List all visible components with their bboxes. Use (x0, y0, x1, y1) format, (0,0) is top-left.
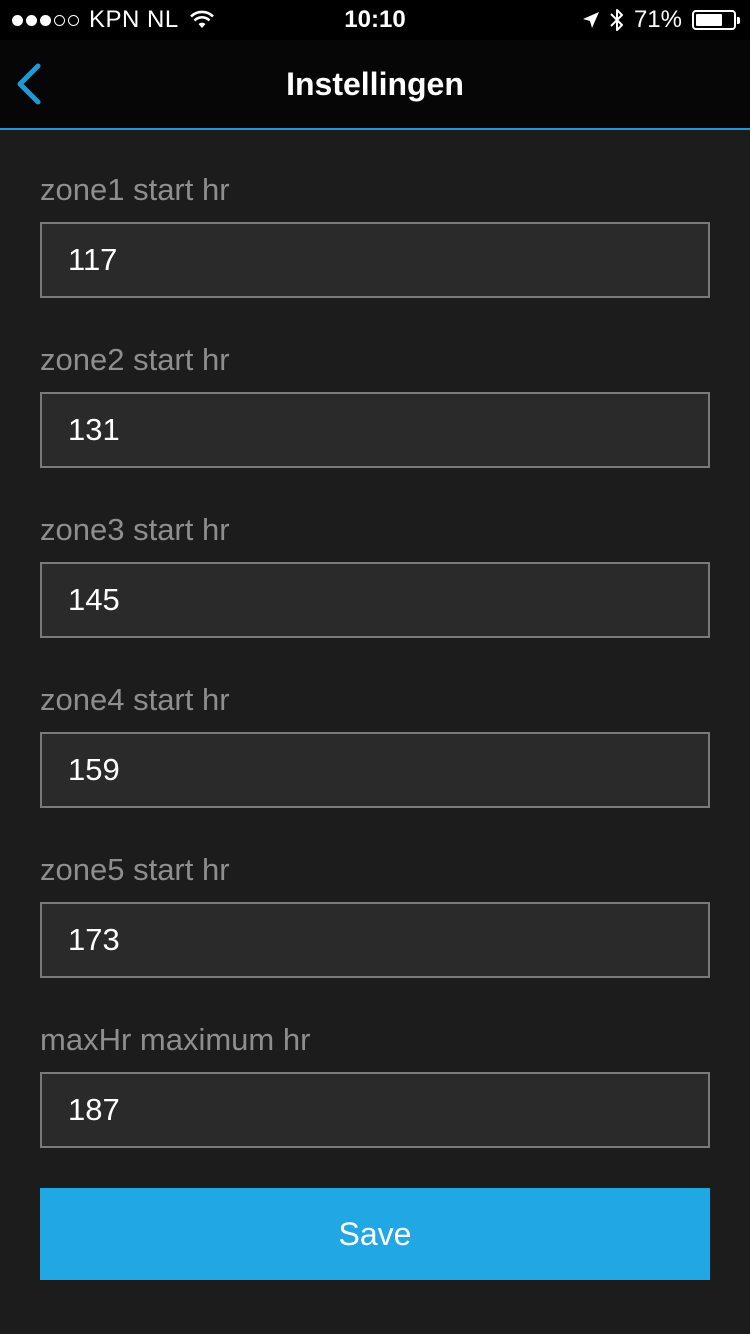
field-zone1: zone1 start hr (40, 130, 710, 300)
zone2-start-hr-input[interactable] (40, 392, 710, 468)
field-label: zone4 start hr (40, 682, 230, 717)
field-zone3: zone3 start hr (40, 470, 710, 640)
max-hr-input[interactable] (40, 1072, 710, 1148)
zone5-start-hr-input[interactable] (40, 902, 710, 978)
status-bar-right: 71% (582, 6, 740, 34)
field-label: zone2 start hr (40, 342, 230, 377)
battery-percent: 71% (633, 6, 682, 33)
zone1-start-hr-input[interactable] (40, 222, 710, 298)
field-maxhr: maxHr maximum hr (40, 980, 710, 1150)
field-label: maxHr maximum hr (40, 1022, 311, 1057)
location-arrow-icon (582, 12, 599, 28)
field-zone5: zone5 start hr (40, 810, 710, 980)
field-label: zone3 start hr (40, 512, 230, 547)
page-title: Instellingen (286, 66, 464, 102)
battery-level-fill (696, 14, 722, 26)
save-button[interactable]: Save (40, 1188, 710, 1280)
field-label: zone5 start hr (40, 852, 230, 887)
bluetooth-icon (610, 9, 623, 31)
status-bar: KPN NL 10:10 71% (0, 0, 750, 40)
zone4-start-hr-input[interactable] (40, 732, 710, 808)
zone3-start-hr-input[interactable] (40, 562, 710, 638)
field-label: zone1 start hr (40, 172, 230, 207)
settings-form: zone1 start hr zone2 start hr zone3 star… (40, 130, 710, 1150)
field-zone4: zone4 start hr (40, 640, 710, 810)
navigation-bar: Instellingen (0, 40, 750, 130)
battery-icon (692, 10, 740, 30)
field-zone2: zone2 start hr (40, 300, 710, 470)
